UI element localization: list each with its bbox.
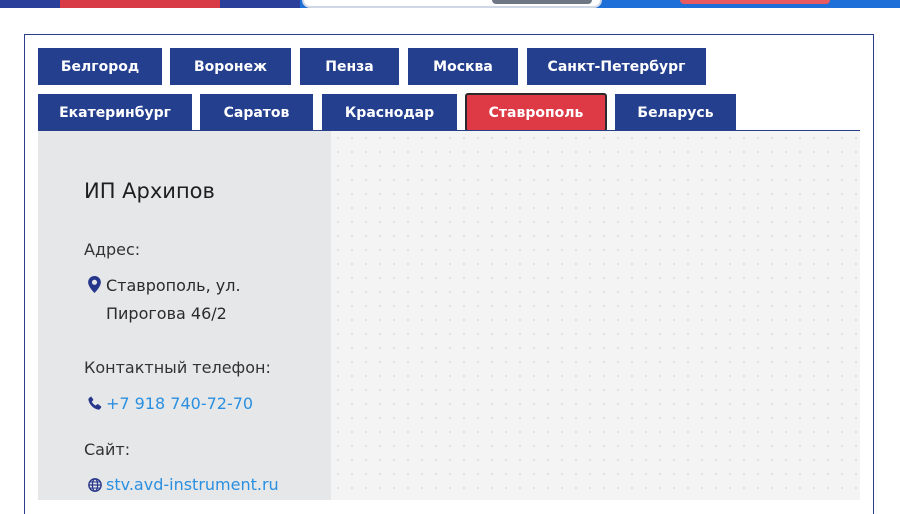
header-segment [60, 0, 220, 8]
site-header-strip [0, 0, 900, 8]
map-pin-icon [88, 276, 101, 293]
tab-ekaterinburg[interactable]: Екатеринбург [38, 94, 192, 131]
address-line-street: Ставрополь, ул. [106, 276, 241, 295]
tab-stavropol[interactable]: Ставрополь [465, 93, 607, 132]
tab-saratov[interactable]: Саратов [200, 94, 313, 131]
search-input[interactable] [302, 0, 602, 8]
tab-voronezh[interactable]: Воронеж [170, 48, 291, 85]
tab-moskva[interactable]: Москва [408, 48, 518, 85]
tab-belgorod[interactable]: Белгород [38, 48, 162, 85]
header-cta-button[interactable] [680, 0, 830, 4]
map-area[interactable] [331, 131, 860, 500]
dealer-name: ИП Архипов [84, 179, 215, 203]
header-segment [0, 0, 60, 8]
tab-penza[interactable]: Пенза [300, 48, 399, 85]
tab-krasnodar[interactable]: Краснодар [322, 94, 457, 131]
phone-icon [88, 396, 102, 410]
phone-link[interactable]: +7 918 740-72-70 [106, 394, 253, 413]
address-line-house: Пирогова 46/2 [106, 304, 227, 323]
site-link[interactable]: stv.avd-instrument.ru [106, 475, 279, 494]
globe-icon [88, 478, 102, 492]
tab-sankt-peterburg[interactable]: Санкт-Петербург [527, 48, 706, 85]
search-button[interactable] [492, 0, 592, 4]
address-label: Адрес: [84, 240, 141, 259]
header-segment [220, 0, 300, 8]
site-label: Сайт: [84, 440, 131, 459]
phone-label: Контактный телефон: [84, 358, 271, 377]
tab-belarus[interactable]: Беларусь [615, 94, 736, 131]
